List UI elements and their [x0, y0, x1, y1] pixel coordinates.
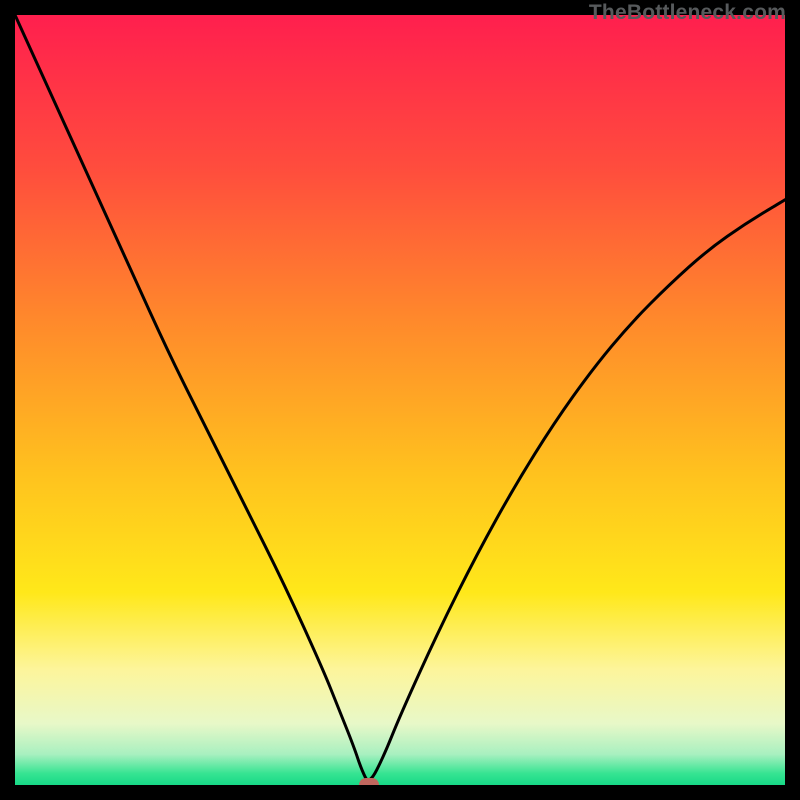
watermark-text: TheBottleneck.com — [589, 1, 786, 25]
chart-stage: TheBottleneck.com — [0, 0, 800, 800]
plot-area — [15, 15, 785, 785]
bottleneck-curve — [15, 15, 785, 785]
optimal-point-marker — [359, 778, 379, 785]
